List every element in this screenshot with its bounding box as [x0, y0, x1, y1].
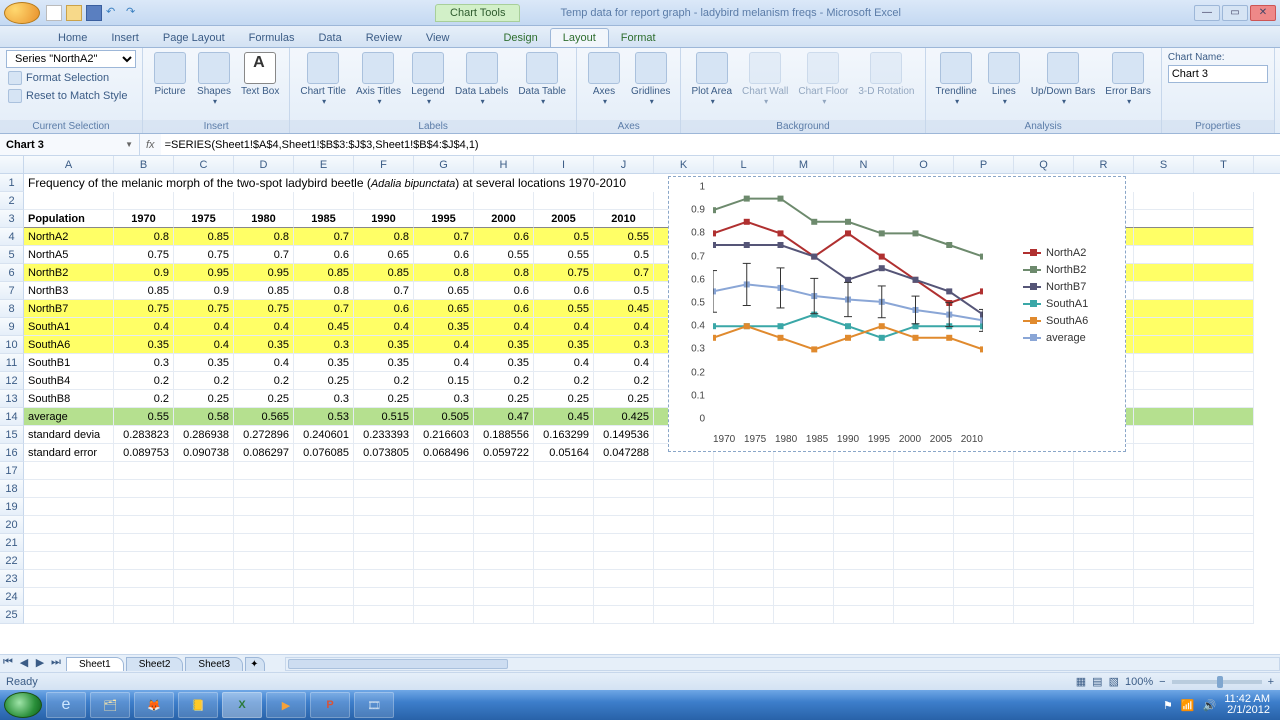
spreadsheet-grid[interactable]: ABCDEFGHIJKLMNOPQRST 1Frequency of the m… [0, 156, 1280, 654]
sheet-tab-bar: ⏮ ◀ ▶ ⏭ Sheet1 Sheet2 Sheet3 ✦ [0, 654, 1280, 672]
data-table-button[interactable]: Data Table [514, 50, 570, 108]
undo-icon[interactable]: ↶ [106, 5, 122, 21]
shapes-button[interactable]: Shapes [193, 50, 235, 108]
tab-data[interactable]: Data [306, 29, 353, 47]
chart-element-selector[interactable]: Series "NorthA2" [6, 50, 136, 68]
taskbar-firefox-icon[interactable]: 🦊 [134, 692, 174, 718]
formula-input[interactable] [161, 134, 1280, 155]
format-selection-button[interactable]: Format Selection [6, 70, 136, 86]
sheet-tab-2[interactable]: Sheet2 [126, 657, 184, 671]
tab-view[interactable]: View [414, 29, 462, 47]
error-bars-button[interactable]: Error Bars [1101, 50, 1155, 108]
window-title: Temp data for report graph - ladybird me… [560, 7, 901, 19]
name-box[interactable]: Chart 3▼ [0, 134, 140, 155]
reset-to-match-style-button[interactable]: Reset to Match Style [6, 88, 136, 104]
group-labels: Chart Title Axis Titles Legend Data Labe… [290, 48, 577, 133]
start-button[interactable] [4, 692, 42, 718]
view-page-break-icon[interactable]: ▧ [1109, 675, 1119, 688]
formula-bar: Chart 3▼ fx [0, 134, 1280, 156]
group-axes: Axes Gridlines Axes [577, 48, 681, 133]
zoom-slider[interactable] [1172, 680, 1262, 684]
data-labels-button[interactable]: Data Labels [451, 50, 512, 108]
tab-home[interactable]: Home [46, 29, 99, 47]
taskbar-video-icon[interactable]: 🎞 [354, 692, 394, 718]
view-normal-icon[interactable]: ▦ [1076, 675, 1086, 688]
tab-review[interactable]: Review [354, 29, 414, 47]
taskbar-excel-icon[interactable]: X [222, 692, 262, 718]
plot-area-button[interactable]: Plot Area [687, 50, 736, 108]
save-icon[interactable] [86, 5, 102, 21]
sheet-tab-1[interactable]: Sheet1 [66, 657, 124, 671]
gridlines-button[interactable]: Gridlines [627, 50, 674, 108]
new-icon[interactable] [46, 5, 62, 21]
tray-network-icon[interactable]: 📶 [1181, 699, 1195, 712]
chart-tools-label: Chart Tools [435, 4, 520, 22]
sheet-nav-last[interactable]: ⏭ [48, 656, 64, 672]
rotation-3d-button[interactable]: 3-D Rotation [854, 50, 918, 99]
text-box-button[interactable]: AText Box [237, 50, 283, 99]
windows-taskbar: e 🗂 🦊 📒 X ▶ P 🎞 ⚑ 📶 🔊 11:42 AM2/1/2012 [0, 690, 1280, 720]
chart-title-button[interactable]: Chart Title [296, 50, 350, 108]
tray-volume-icon[interactable]: 🔊 [1203, 699, 1217, 712]
lines-button[interactable]: Lines [983, 50, 1025, 108]
status-bar: Ready ▦ ▤ ▧ 100% − + [0, 672, 1280, 690]
embedded-chart[interactable]: 00.10.20.30.40.50.60.70.80.91 1970197519… [668, 176, 1126, 452]
horizontal-scrollbar[interactable] [285, 657, 1280, 671]
tray-clock[interactable]: 11:42 AM2/1/2012 [1224, 694, 1270, 716]
office-button[interactable] [4, 2, 40, 24]
view-page-layout-icon[interactable]: ▤ [1092, 675, 1102, 688]
taskbar-ie-icon[interactable]: e [46, 692, 86, 718]
tab-layout[interactable]: Layout [550, 28, 609, 47]
chart-name-input[interactable] [1168, 65, 1268, 83]
group-properties: Chart Name: Properties [1162, 48, 1275, 133]
axis-titles-button[interactable]: Axis Titles [352, 50, 405, 108]
ribbon: Series "NorthA2" Format Selection Reset … [0, 48, 1280, 134]
legend-button[interactable]: Legend [407, 50, 449, 108]
open-icon[interactable] [66, 5, 82, 21]
tab-insert[interactable]: Insert [99, 29, 151, 47]
zoom-in-button[interactable]: + [1268, 676, 1274, 688]
group-analysis: Trendline Lines Up/Down Bars Error Bars … [926, 48, 1162, 133]
sheet-nav-first[interactable]: ⏮ [0, 656, 16, 672]
fx-icon[interactable]: fx [140, 139, 161, 151]
axes-button[interactable]: Axes [583, 50, 625, 108]
close-button[interactable]: ✕ [1250, 5, 1276, 21]
chart-wall-button[interactable]: Chart Wall [738, 50, 792, 108]
chart-floor-button[interactable]: Chart Floor [794, 50, 852, 108]
sheet-nav-next[interactable]: ▶ [32, 656, 48, 672]
quick-access-toolbar: ↶ ↷ [46, 5, 142, 21]
system-tray[interactable]: ⚑ 📶 🔊 11:42 AM2/1/2012 [1163, 694, 1276, 716]
taskbar-explorer-icon[interactable]: 🗂 [90, 692, 130, 718]
taskbar-powerpoint-icon[interactable]: P [310, 692, 350, 718]
ribbon-tabs: Home Insert Page Layout Formulas Data Re… [0, 26, 1280, 48]
taskbar-notes-icon[interactable]: 📒 [178, 692, 218, 718]
chart-name-label: Chart Name: [1168, 52, 1268, 63]
title-bar: ↶ ↷ Chart Tools Temp data for report gra… [0, 0, 1280, 26]
zoom-out-button[interactable]: − [1159, 676, 1165, 688]
sheet-tab-new[interactable]: ✦ [245, 657, 265, 671]
taskbar-media-icon[interactable]: ▶ [266, 692, 306, 718]
trendline-button[interactable]: Trendline [932, 50, 981, 108]
redo-icon[interactable]: ↷ [126, 5, 142, 21]
group-insert: Picture Shapes AText Box Insert [143, 48, 290, 133]
picture-button[interactable]: Picture [149, 50, 191, 99]
updown-bars-button[interactable]: Up/Down Bars [1027, 50, 1099, 108]
tab-format[interactable]: Format [609, 29, 668, 47]
maximize-button[interactable]: ▭ [1222, 5, 1248, 21]
group-background: Plot Area Chart Wall Chart Floor 3-D Rot… [681, 48, 925, 133]
status-ready: Ready [6, 676, 38, 688]
minimize-button[interactable]: — [1194, 5, 1220, 21]
tab-design[interactable]: Design [491, 29, 549, 47]
tray-flag-icon[interactable]: ⚑ [1163, 699, 1173, 712]
zoom-level[interactable]: 100% [1125, 676, 1153, 688]
sheet-nav-prev[interactable]: ◀ [16, 656, 32, 672]
tab-formulas[interactable]: Formulas [237, 29, 307, 47]
sheet-tab-3[interactable]: Sheet3 [185, 657, 243, 671]
group-current-selection: Series "NorthA2" Format Selection Reset … [0, 48, 143, 133]
tab-page-layout[interactable]: Page Layout [151, 29, 237, 47]
